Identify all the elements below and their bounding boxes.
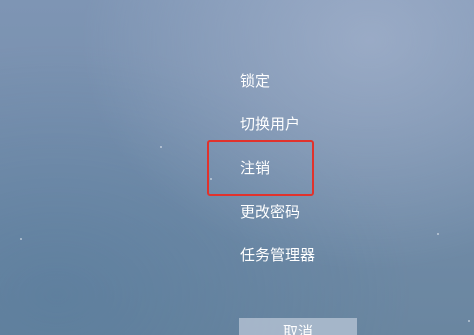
- menu-item-change-password[interactable]: 更改密码: [240, 201, 300, 223]
- menu-item-lock[interactable]: 锁定: [240, 70, 270, 92]
- screen-speck: [160, 146, 162, 148]
- screen-speck: [437, 233, 439, 235]
- screen-speck: [468, 320, 470, 322]
- menu-item-task-manager[interactable]: 任务管理器: [240, 244, 315, 266]
- screen-speck: [210, 178, 212, 180]
- screen-speck: [20, 238, 22, 240]
- cancel-button[interactable]: 取消: [239, 318, 357, 335]
- security-options-menu: 锁定 切换用户 注销 更改密码 任务管理器 取消: [0, 0, 474, 335]
- menu-item-switch-user[interactable]: 切换用户: [240, 113, 300, 135]
- menu-item-sign-out[interactable]: 注销: [240, 157, 270, 179]
